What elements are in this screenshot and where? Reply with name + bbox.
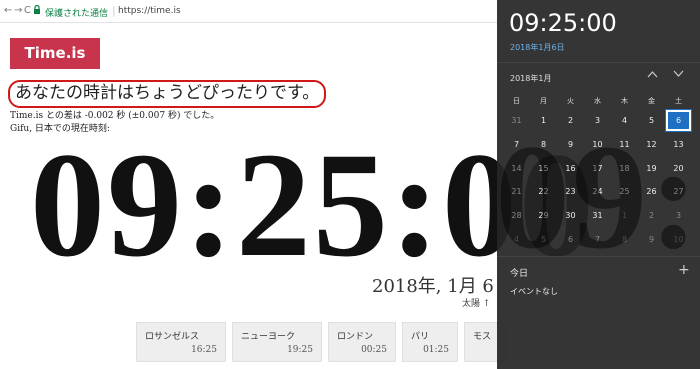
chevron-down-icon[interactable] <box>673 70 684 81</box>
calendar-day[interactable]: 5 <box>638 109 665 132</box>
calendar-flyout: 09:25:00 2018年1月6日 2018年1月 日月火水木金土 31 1 2 3… <box>497 0 700 369</box>
calendar-day[interactable]: 7 <box>503 133 530 156</box>
no-events-text: イベントなし <box>510 287 558 296</box>
chevron-up-icon[interactable] <box>647 70 658 81</box>
city-time: 01:25 <box>423 345 449 355</box>
city-name: パリ <box>411 332 430 342</box>
calendar-day[interactable]: 4 <box>611 109 638 132</box>
calendar-day[interactable]: 12 <box>638 133 665 156</box>
reload-button[interactable]: C <box>24 5 31 16</box>
calendar-day[interactable]: 2 <box>557 109 584 132</box>
calendar-day[interactable]: 23 <box>557 180 584 203</box>
weekday-label: 水 <box>594 97 601 105</box>
calendar-day[interactable]: 7 <box>584 228 611 251</box>
calendar-day[interactable]: 25 <box>611 180 638 203</box>
calendar-day[interactable]: 4 <box>503 228 530 251</box>
calendar-day[interactable]: 31 <box>503 109 530 132</box>
calendar-day-today[interactable]: 6 <box>665 109 692 132</box>
calendar-day[interactable]: 17 <box>584 157 611 180</box>
sync-status-headline: あなたの時計はちょうどぴったりです。 <box>8 80 327 108</box>
divider <box>497 256 700 257</box>
city-clock-new-york[interactable]: ニューヨーク 19:25 <box>232 322 322 362</box>
calendar-day[interactable]: 10 <box>665 228 692 251</box>
calendar-day[interactable]: 13 <box>665 133 692 156</box>
calendar-month-title[interactable]: 2018年1月 <box>510 73 551 84</box>
city-time: 19:25 <box>287 345 313 355</box>
city-time: 00:25 <box>361 345 387 355</box>
city-name: ロサンゼルス <box>145 332 200 342</box>
city-name: ニューヨーク <box>241 332 296 342</box>
flyout-time: 09:25:00 <box>509 9 617 37</box>
city-name: ロンドン <box>337 332 374 342</box>
calendar-day[interactable]: 29 <box>530 204 557 227</box>
forward-button[interactable]: → <box>14 5 22 16</box>
today-label: 今日 <box>510 269 529 279</box>
calendar-day[interactable]: 10 <box>584 133 611 156</box>
weekday-label: 日 <box>513 97 520 105</box>
divider <box>497 62 700 63</box>
calendar-day[interactable]: 21 <box>503 180 530 203</box>
calendar-day[interactable]: 22 <box>530 180 557 203</box>
calendar-day[interactable]: 6 <box>557 228 584 251</box>
calendar-day[interactable]: 14 <box>503 157 530 180</box>
sun-info: 太陽 ↑ <box>462 299 491 309</box>
url-text[interactable]: https://time.is <box>118 6 181 16</box>
back-button[interactable]: ← <box>4 5 12 16</box>
weekday-label: 土 <box>675 97 682 105</box>
calendar-day[interactable]: 8 <box>611 228 638 251</box>
calendar-day[interactable]: 27 <box>665 180 692 203</box>
calendar-day[interactable]: 3 <box>665 204 692 227</box>
secure-label: 保護された通信 <box>45 9 109 19</box>
calendar-day[interactable]: 2 <box>638 204 665 227</box>
weekday-label: 金 <box>648 97 655 105</box>
calendar-day[interactable]: 5 <box>530 228 557 251</box>
calendar-day[interactable]: 20 <box>665 157 692 180</box>
url-separator: | <box>112 4 116 17</box>
weekday-label: 木 <box>621 97 628 105</box>
calendar-day[interactable]: 11 <box>611 133 638 156</box>
weekday-label: 火 <box>567 97 574 105</box>
calendar-day[interactable]: 1 <box>530 109 557 132</box>
calendar-day[interactable]: 26 <box>638 180 665 203</box>
calendar-day[interactable]: 9 <box>557 133 584 156</box>
calendar-day[interactable]: 3 <box>584 109 611 132</box>
city-clock-los-angeles[interactable]: ロサンゼルス 16:25 <box>136 322 226 362</box>
city-clock-paris[interactable]: パリ 01:25 <box>402 322 458 362</box>
city-clock-london[interactable]: ロンドン 00:25 <box>328 322 396 362</box>
flyout-date-link[interactable]: 2018年1月6日 <box>510 42 565 53</box>
calendar-day[interactable]: 19 <box>638 157 665 180</box>
calendar-day[interactable]: 31 <box>584 204 611 227</box>
calendar-day[interactable]: 24 <box>584 180 611 203</box>
calendar-day[interactable]: 18 <box>611 157 638 180</box>
city-time: 16:25 <box>191 345 217 355</box>
calendar-day[interactable]: 9 <box>638 228 665 251</box>
lock-icon <box>33 4 41 14</box>
city-name: モス <box>473 332 492 342</box>
page-date: 2018年, 1月 6 <box>372 276 494 297</box>
calendar-day[interactable]: 16 <box>557 157 584 180</box>
calendar-day[interactable]: 28 <box>503 204 530 227</box>
site-logo[interactable]: Time.is <box>10 38 100 69</box>
calendar-day[interactable]: 8 <box>530 133 557 156</box>
calendar-day[interactable]: 30 <box>557 204 584 227</box>
weekday-label: 月 <box>540 97 547 105</box>
calendar-day[interactable]: 15 <box>530 157 557 180</box>
add-event-icon[interactable]: + <box>678 262 690 278</box>
calendar-day[interactable]: 1 <box>611 204 638 227</box>
